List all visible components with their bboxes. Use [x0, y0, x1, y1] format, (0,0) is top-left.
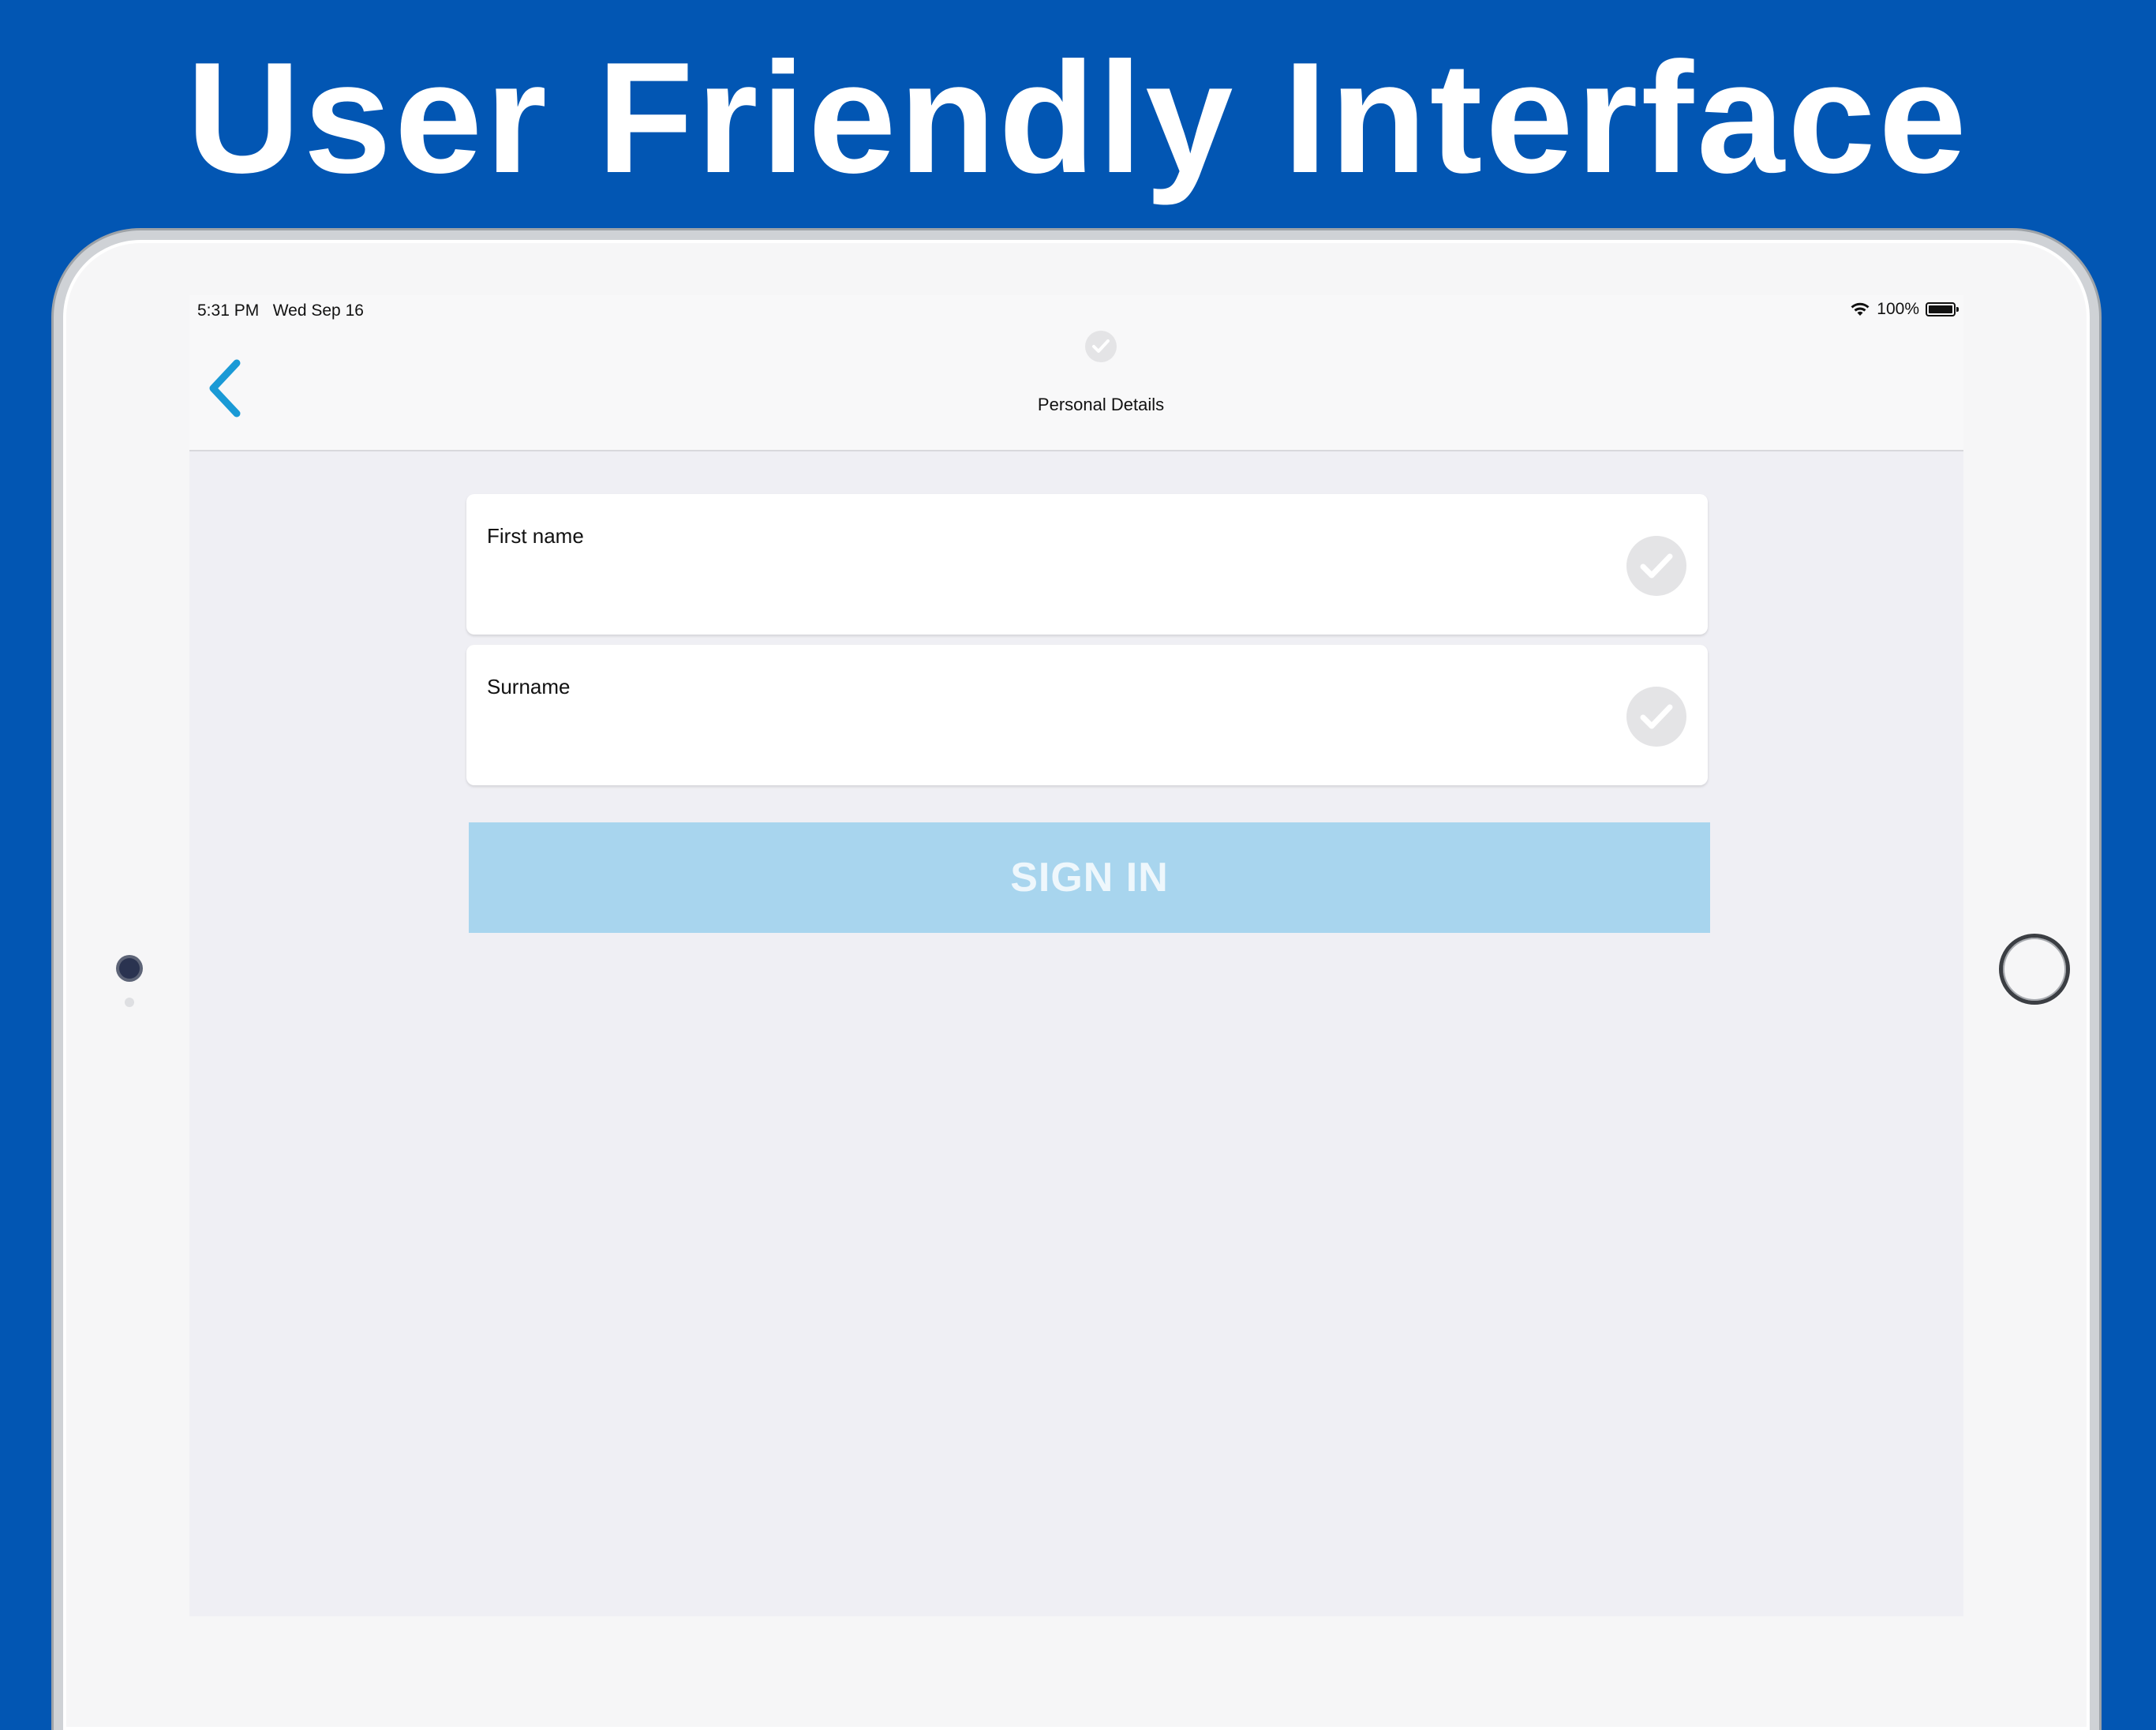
first-name-input[interactable] — [487, 564, 1608, 611]
home-button[interactable] — [1999, 934, 2070, 1005]
navigation-bar: 5:31 PM Wed Sep 16 100% Personal Details — [189, 295, 1963, 451]
check-circle-icon — [1626, 536, 1686, 596]
status-date: Wed Sep 16 — [272, 301, 364, 320]
status-time: 5:31 PM — [197, 301, 260, 320]
status-bar-indicators: 100% — [1850, 300, 1959, 319]
surname-field[interactable]: Surname — [466, 645, 1708, 785]
battery-icon — [1926, 302, 1959, 316]
check-circle-icon — [1085, 331, 1117, 362]
check-circle-icon — [1626, 687, 1686, 747]
first-name-field[interactable]: First name — [466, 494, 1708, 635]
status-bar-time: 5:31 PM Wed Sep 16 — [197, 301, 364, 320]
page-title: Personal Details — [1037, 395, 1165, 414]
first-name-label: First name — [487, 524, 584, 548]
wifi-icon — [1851, 302, 1870, 316]
app-screen: 5:31 PM Wed Sep 16 100% Personal Details… — [189, 295, 1963, 1616]
headline: User Friendly Interface — [186, 30, 1970, 206]
surname-input[interactable] — [487, 714, 1608, 762]
battery-percent: 100% — [1877, 300, 1919, 318]
sensor-dot — [125, 998, 134, 1007]
camera-icon — [119, 958, 140, 979]
sign-in-button[interactable]: SIGN IN — [469, 822, 1710, 933]
surname-label: Surname — [487, 675, 571, 698]
